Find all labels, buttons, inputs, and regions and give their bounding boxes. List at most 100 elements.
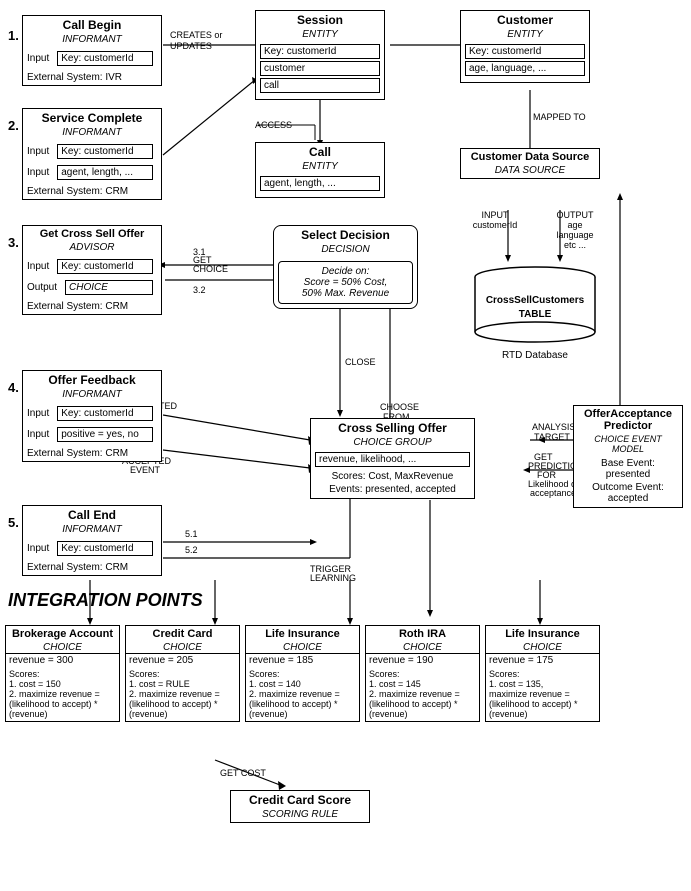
credit-card-score-box: Credit Card Score SCORING RULE [230,790,370,823]
li2-subtitle: CHOICE [486,642,599,653]
sc-field-1: Key: customerId [57,144,153,159]
life-insurance-2-box: Life Insurance CHOICE revenue = 175 Scor… [485,625,600,722]
cds-subtitle: DATA SOURCE [461,165,599,178]
oap-outcome: Outcome Event: accepted [574,482,682,507]
customer-field-1: Key: customerId [465,44,585,59]
step-4-num: 4. [8,380,19,395]
sd-title: Select Decision [274,226,417,244]
svg-text:Likelihood of: Likelihood of [528,479,579,489]
ce-footer: External System: CRM [23,560,161,575]
cso-field: revenue, likelihood, ... [315,452,470,467]
customer-box: Customer ENTITY Key: customerId age, lan… [460,10,590,83]
step-3-num: 3. [8,235,19,250]
step-2-num: 2. [8,118,19,133]
gcs-field-2: CHOICE [65,280,153,295]
li1-scores: Scores:1. cost = 1402. maximize revenue … [246,667,359,721]
cc-title: Credit Card [126,626,239,642]
ccs-subtitle: SCORING RULE [231,809,369,822]
sc-input-label-2: Input [27,167,49,178]
call-begin-title: Call Begin [23,16,161,34]
session-field-1: Key: customerId [260,44,380,59]
customer-subtitle: ENTITY [461,29,589,42]
select-decision-box: Select Decision DECISION Decide on:Score… [273,225,418,309]
li2-scores: Scores:1. cost = 135,maximize revenue =(… [486,667,599,721]
of-title: Offer Feedback [23,371,161,389]
cso-scores: Scores: Cost, MaxRevenue [311,469,474,484]
service-complete-box: Service Complete INFORMANT Input Key: cu… [22,108,162,200]
ba-subtitle: CHOICE [6,642,119,653]
svg-text:GET COST: GET COST [220,768,266,778]
session-title: Session [256,11,384,29]
session-field-3: call [260,78,380,93]
of-field-2: positive = yes, no [57,427,153,442]
ba-title: Brokerage Account [6,626,119,642]
li2-revenue: revenue = 175 [486,653,599,667]
sc-input-label-1: Input [27,146,49,157]
service-complete-subtitle: INFORMANT [23,127,161,140]
svg-text:CHOOSE: CHOOSE [380,402,419,412]
oap-title: OfferAcceptancePredictor [574,406,682,434]
sd-subtitle: DECISION [274,244,417,257]
of-input-label-1: Input [27,408,49,419]
gcs-footer: External System: CRM [23,299,161,314]
get-cross-sell-box: Get Cross Sell Offer ADVISOR Input Key: … [22,225,162,315]
svg-text:GET: GET [534,452,553,462]
svg-text:TARGET: TARGET [534,432,570,442]
life-insurance-1-box: Life Insurance CHOICE revenue = 185 Scor… [245,625,360,722]
oap-base: Base Event: presented [574,456,682,482]
gcs-output-label: Output [27,282,57,293]
integration-title: INTEGRATION POINTS [8,590,203,611]
service-complete-title: Service Complete [23,109,161,127]
svg-text:UPDATES: UPDATES [170,41,212,51]
credit-card-box: Credit Card CHOICE revenue = 205 Scores:… [125,625,240,722]
call-field-1: agent, length, ... [260,176,380,191]
svg-text:CrossSellCustomers: CrossSellCustomers [486,295,585,306]
ce-title: Call End [23,506,161,524]
roth-ira-box: Roth IRA CHOICE revenue = 190 Scores:1. … [365,625,480,722]
gcs-subtitle: ADVISOR [23,242,161,255]
call-box: Call ENTITY agent, length, ... [255,142,385,198]
svg-text:MAPPED TO: MAPPED TO [533,112,586,122]
rtd-database-area: CrossSellCustomers TABLE RTD Database [470,265,600,361]
session-subtitle: ENTITY [256,29,384,42]
cso-events: Events: presented, accepted [311,484,474,498]
offer-acceptance-predictor-box: OfferAcceptancePredictor CHOICE EVENT MO… [573,405,683,508]
svg-text:CREATES or: CREATES or [170,30,222,40]
cylinder-svg: CrossSellCustomers TABLE [470,265,600,345]
cross-selling-offer-box: Cross Selling Offer CHOICE GROUP revenue… [310,418,475,499]
svg-text:LEARNING: LEARNING [310,573,356,583]
rtd-db-label: RTD Database [470,350,600,361]
call-begin-box: Call Begin INFORMANT Input Key: customer… [22,15,162,86]
offer-feedback-box: Offer Feedback INFORMANT Input Key: cust… [22,370,162,462]
gcs-input-label: Input [27,261,49,272]
of-input-label-2: Input [27,429,49,440]
cso-title: Cross Selling Offer [311,419,474,437]
ba-revenue: revenue = 300 [6,653,119,667]
of-field-1: Key: customerId [57,406,153,421]
session-field-2: customer [260,61,380,76]
call-title: Call [256,143,384,161]
svg-text:3.2: 3.2 [193,285,206,295]
customer-field-2: age, language, ... [465,61,585,76]
svg-text:ACCESS: ACCESS [255,120,292,130]
of-subtitle: INFORMANT [23,389,161,402]
svg-text:EVENT: EVENT [130,465,161,475]
step-1-num: 1. [8,28,19,43]
call-begin-customerid: Key: customerId [57,51,153,66]
gcs-title: Get Cross Sell Offer [23,226,161,242]
ri-scores: Scores:1. cost = 1452. maximize revenue … [366,667,479,721]
session-box: Session ENTITY Key: customerId customer … [255,10,385,100]
li1-revenue: revenue = 185 [246,653,359,667]
ccs-title: Credit Card Score [231,791,369,809]
cds-output-label: OUTPUTagelanguageetc ... [545,210,605,250]
li2-title: Life Insurance [486,626,599,642]
ri-subtitle: CHOICE [366,642,479,653]
li1-subtitle: CHOICE [246,642,359,653]
cds-title: Customer Data Source [461,149,599,165]
ri-title: Roth IRA [366,626,479,642]
call-begin-input-label: Input [27,53,49,64]
sd-content: Decide on:Score = 50% Cost,50% Max. Reve… [278,261,413,304]
of-footer: External System: CRM [23,446,161,461]
customer-title: Customer [461,11,589,29]
sc-field-2: agent, length, ... [57,165,153,180]
